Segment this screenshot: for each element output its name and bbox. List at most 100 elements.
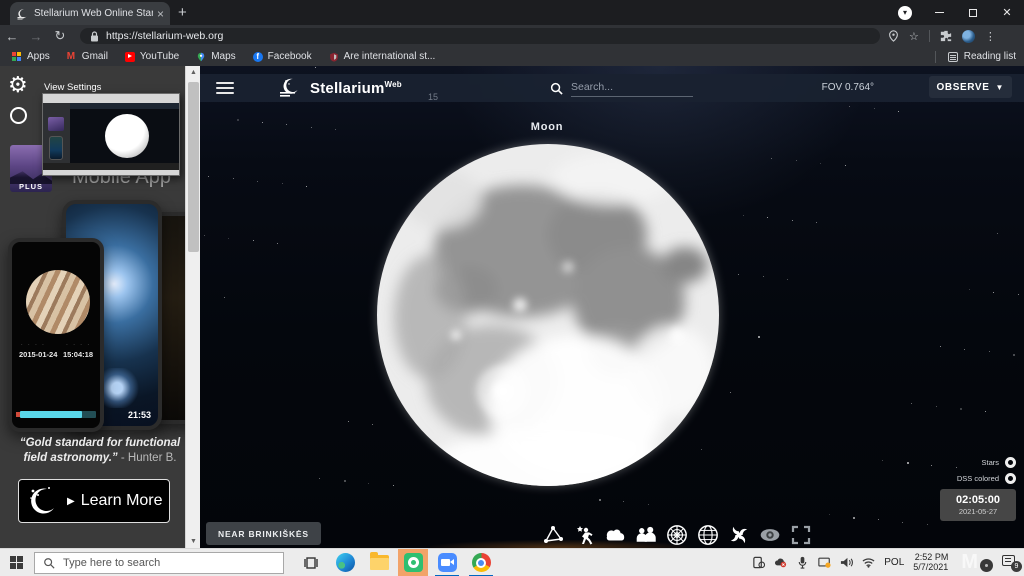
bookmark-youtube[interactable]: YouTube xyxy=(125,51,179,62)
star xyxy=(599,499,601,501)
taskbar-clock[interactable]: 2:52 PM 5/7/2021 xyxy=(913,552,948,572)
hamburger-menu-icon[interactable] xyxy=(216,82,234,94)
sky-canvas[interactable]: Moon xyxy=(200,66,1024,548)
star xyxy=(277,243,278,244)
bookmark-apps[interactable]: Apps xyxy=(12,51,50,62)
new-tab-button[interactable]: + xyxy=(178,5,187,20)
reading-list[interactable]: Reading list xyxy=(935,47,1016,66)
equatorial-grid-icon xyxy=(697,523,719,547)
profile-avatar[interactable] xyxy=(962,30,975,43)
atmosphere-toggle-button[interactable] xyxy=(604,524,626,546)
learn-more-button[interactable]: ▶ Learn More xyxy=(18,479,170,523)
taskbar-search-input[interactable] xyxy=(63,557,253,569)
star xyxy=(853,517,855,519)
deep-sky-objects-toggle-button[interactable] xyxy=(728,524,750,546)
language-indicator[interactable]: POL xyxy=(884,557,904,568)
phone-left-datetime: 2015-01-2415:04:18 xyxy=(12,350,100,359)
star xyxy=(940,346,941,347)
fullscreen-toggle-button[interactable] xyxy=(790,524,812,546)
chevron-down-icon: ▼ xyxy=(995,83,1004,92)
star xyxy=(878,519,879,520)
gear-icon[interactable]: ⚙ xyxy=(8,74,28,96)
microphone-icon[interactable] xyxy=(796,556,809,569)
onedrive-error-icon[interactable] xyxy=(774,556,787,569)
stars-toggle[interactable]: Stars xyxy=(957,454,1016,470)
observe-button[interactable]: OBSERVE ▼ xyxy=(929,76,1012,98)
wifi-icon[interactable] xyxy=(862,556,875,569)
radio-circle-icon[interactable] xyxy=(10,107,27,124)
chrome-button[interactable] xyxy=(466,549,496,576)
stars-toggle-knob[interactable] xyxy=(1005,457,1016,468)
stellarium-header: StellariumWeb FOV 0.764° OBSERVE ▼ xyxy=(200,74,1024,102)
window-preview-popup xyxy=(42,93,180,176)
file-explorer-button[interactable] xyxy=(364,549,394,576)
dss-colored-toggle[interactable]: DSS colored xyxy=(957,470,1016,486)
speaker-icon[interactable] xyxy=(840,556,853,569)
jupiter-art xyxy=(26,270,90,334)
bookmarks-bar: Apps M Gmail YouTube Maps f Facebook xyxy=(0,47,1024,66)
tab-search-button[interactable]: ▾ xyxy=(898,6,912,20)
search-input[interactable] xyxy=(571,79,693,97)
star xyxy=(767,217,768,218)
location-button[interactable]: NEAR BRINKIŠKĖS xyxy=(206,522,321,545)
window-minimize-button[interactable] xyxy=(922,0,956,25)
back-button[interactable]: ← xyxy=(0,29,24,44)
browser-tab[interactable]: Stellarium Web Online Star Map × xyxy=(10,2,170,25)
scroll-down-arrow[interactable]: ▼ xyxy=(186,538,201,545)
action-center-button[interactable]: 9 xyxy=(1002,555,1018,569)
window-maximize-button[interactable] xyxy=(956,0,990,25)
window-close-button[interactable]: ✕ xyxy=(990,0,1024,25)
forward-button[interactable]: → xyxy=(24,29,48,44)
screen-share-icon[interactable] xyxy=(818,556,831,569)
datetime-button[interactable]: 02:05:00 2021-05-27 xyxy=(940,489,1016,521)
galaxy-icon xyxy=(728,523,750,547)
bookmark-facebook[interactable]: f Facebook xyxy=(253,51,312,62)
task-view-button[interactable] xyxy=(296,549,326,576)
testimonial-quote: “Gold standard for functional field astr… xyxy=(10,436,190,466)
bookmark-maps[interactable]: Maps xyxy=(196,51,235,62)
display-options-toolbar xyxy=(542,524,812,546)
equatorial-grid-toggle-button[interactable] xyxy=(697,524,719,546)
start-button[interactable] xyxy=(0,549,34,576)
moon-logo-icon xyxy=(25,485,59,517)
star xyxy=(936,406,937,407)
landscape-toggle-button[interactable] xyxy=(635,524,657,546)
extensions-puzzle-icon[interactable] xyxy=(940,30,952,42)
sidebar-scrollbar[interactable]: ▲ ▼ xyxy=(185,66,200,548)
preview-taskbar xyxy=(43,170,179,175)
time-readout: 02:05:00 xyxy=(956,494,1000,507)
scrollbar-thumb[interactable] xyxy=(188,82,199,252)
edge-button[interactable] xyxy=(330,549,360,576)
phone-tick-marks: · · · ·· · · · xyxy=(12,342,100,348)
tab-close-icon[interactable]: × xyxy=(157,7,164,21)
flashing-app-button[interactable] xyxy=(398,549,428,576)
notification-badge: 9 xyxy=(1011,561,1022,572)
chrome-icon xyxy=(472,553,491,572)
night-mode-toggle-button[interactable] xyxy=(759,524,781,546)
search-box[interactable] xyxy=(550,79,693,97)
zoom-app-button[interactable] xyxy=(432,549,462,576)
constellation-art-toggle-button[interactable] xyxy=(573,524,595,546)
constellation-art-icon xyxy=(573,524,595,546)
bookmark-star-icon[interactable]: ☆ xyxy=(909,30,919,43)
url-bar[interactable]: https://stellarium-web.org xyxy=(80,28,880,44)
menu-dots-icon[interactable]: ⋮ xyxy=(985,30,996,43)
reload-button[interactable]: ↻ xyxy=(48,28,72,44)
scroll-up-arrow[interactable]: ▲ xyxy=(186,69,201,76)
star xyxy=(738,274,739,275)
star xyxy=(882,460,883,461)
lock-icon xyxy=(90,31,99,42)
bookmark-gmail[interactable]: M Gmail xyxy=(67,51,108,62)
taskbar-search-box[interactable] xyxy=(34,552,284,574)
clock-time: 2:52 PM xyxy=(913,552,948,562)
moon[interactable] xyxy=(372,139,724,491)
bookmark-are-international[interactable]: Are international st... xyxy=(329,51,436,62)
dss-toggle-knob[interactable] xyxy=(1005,473,1016,484)
edge-icon xyxy=(336,553,355,572)
location-pin-icon[interactable] xyxy=(888,30,899,42)
constellations-toggle-button[interactable] xyxy=(542,524,564,546)
phone-link-icon[interactable] xyxy=(752,556,765,569)
star xyxy=(257,181,258,182)
azimuthal-grid-toggle-button[interactable] xyxy=(666,524,688,546)
facebook-icon: f xyxy=(253,52,263,62)
